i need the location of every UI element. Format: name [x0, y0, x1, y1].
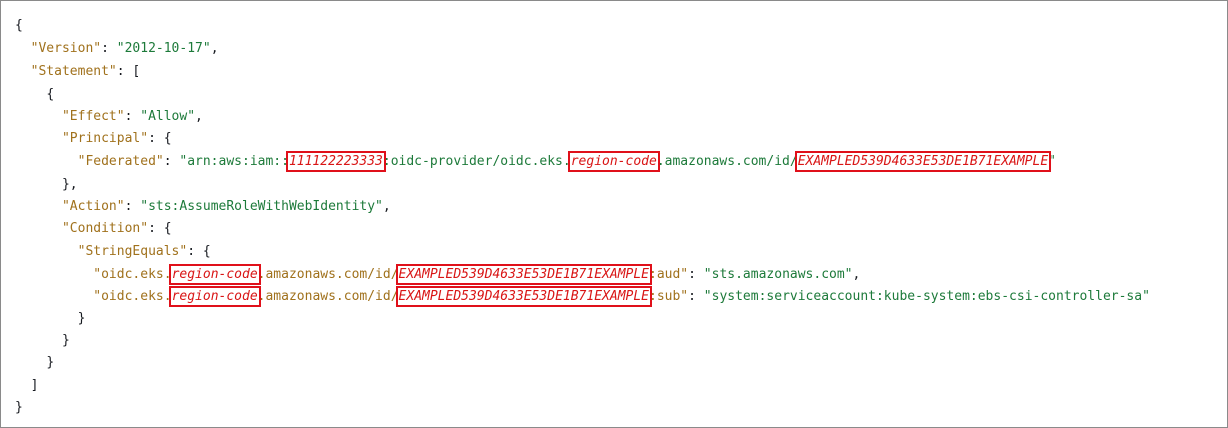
code-block: { "Version": "2012-10-17", "Statement": … — [0, 0, 1228, 428]
close-brace: } — [46, 355, 55, 370]
comma: , — [852, 267, 861, 282]
effect-value: "Allow" — [140, 109, 196, 124]
version-value: "2012-10-17" — [116, 41, 211, 56]
code-line-9: "Action": "sts:AssumeRoleWithWebIdentity… — [15, 196, 391, 218]
code-line-14: } — [15, 308, 86, 330]
code-line-11: "StringEquals": { — [15, 241, 211, 263]
string-equals-key: "StringEquals" — [77, 244, 188, 259]
federated-value-part: "arn:aws:iam:: — [179, 154, 289, 169]
colon: : — [124, 109, 141, 124]
oidc-id-placeholder: EXAMPLED539D4633E53DE1B71EXAMPLE — [395, 286, 653, 307]
close-bracket: ] — [30, 378, 39, 393]
code-line-4: { — [15, 84, 54, 106]
open-brace: { — [163, 131, 172, 146]
federated-value-part: :oidc-provider/oidc.eks. — [382, 154, 571, 169]
colon: : — [124, 199, 141, 214]
version-key: "Version" — [30, 41, 102, 56]
code-line-13: "oidc.eks.region-code.amazonaws.com/id/E… — [15, 286, 1150, 308]
oidc-id-placeholder: EXAMPLED539D4633E53DE1B71EXAMPLE — [794, 151, 1052, 172]
colon: : — [187, 244, 203, 259]
code-line-8: }, — [15, 174, 78, 196]
aud-value: "sts.amazonaws.com" — [703, 267, 853, 282]
condition-key: "Condition" — [61, 221, 149, 236]
statement-key: "Statement" — [30, 64, 117, 79]
open-bracket: [ — [132, 64, 141, 79]
code-line-5: "Effect": "Allow", — [15, 106, 203, 128]
close-brace: } — [77, 311, 86, 326]
condition-key-part: "oidc.eks. — [93, 289, 172, 304]
code-line-7: "Federated": "arn:aws:iam::111122223333:… — [15, 151, 1056, 173]
open-brace: { — [46, 87, 55, 102]
open-brace: { — [15, 18, 23, 33]
colon: : — [148, 131, 164, 146]
code-line-1: { — [15, 15, 23, 37]
code-line-15: } — [15, 330, 70, 352]
colon: : — [163, 154, 180, 169]
condition-key-part: .amazonaws.com/id/ — [257, 267, 399, 282]
colon: : — [688, 267, 704, 282]
action-value: "sts:AssumeRoleWithWebIdentity" — [140, 199, 383, 214]
principal-key: "Principal" — [61, 131, 149, 146]
comma: , — [69, 177, 78, 192]
aud-suffix: :aud" — [649, 267, 689, 282]
close-brace: } — [61, 333, 70, 348]
region-code-placeholder: region-code — [168, 264, 261, 285]
region-code-placeholder: region-code — [168, 286, 261, 307]
code-line-2: "Version": "2012-10-17", — [15, 38, 219, 60]
colon: : — [116, 64, 133, 79]
colon: : — [688, 289, 704, 304]
open-brace: { — [163, 221, 172, 236]
action-key: "Action" — [61, 199, 125, 214]
code-line-10: "Condition": { — [15, 218, 172, 240]
code-line-18: } — [15, 397, 23, 419]
condition-key-part: "oidc.eks. — [93, 267, 172, 282]
close-brace: } — [15, 400, 23, 415]
federated-value-part: .amazonaws.com/id/ — [656, 154, 798, 169]
code-line-16: } — [15, 352, 54, 374]
sub-suffix: :sub" — [649, 289, 689, 304]
region-code-placeholder: region-code — [567, 151, 660, 172]
code-line-17: ] — [15, 375, 39, 397]
colon: : — [101, 41, 117, 56]
federated-key: "Federated" — [77, 154, 164, 169]
close-brace: } — [61, 177, 70, 192]
effect-key: "Effect" — [61, 109, 125, 124]
comma: , — [210, 41, 219, 56]
open-brace: { — [202, 244, 211, 259]
code-line-12: "oidc.eks.region-code.amazonaws.com/id/E… — [15, 264, 860, 286]
closing-quote: " — [1048, 154, 1056, 169]
account-id-placeholder: 111122223333 — [285, 151, 386, 172]
sub-value: "system:serviceaccount:kube-system:ebs-c… — [703, 289, 1150, 304]
oidc-id-placeholder: EXAMPLED539D4633E53DE1B71EXAMPLE — [395, 264, 653, 285]
comma: , — [195, 109, 203, 124]
code-line-3: "Statement": [ — [15, 61, 141, 83]
code-line-6: "Principal": { — [15, 128, 172, 150]
comma: , — [382, 199, 391, 214]
colon: : — [148, 221, 164, 236]
condition-key-part: .amazonaws.com/id/ — [257, 289, 399, 304]
